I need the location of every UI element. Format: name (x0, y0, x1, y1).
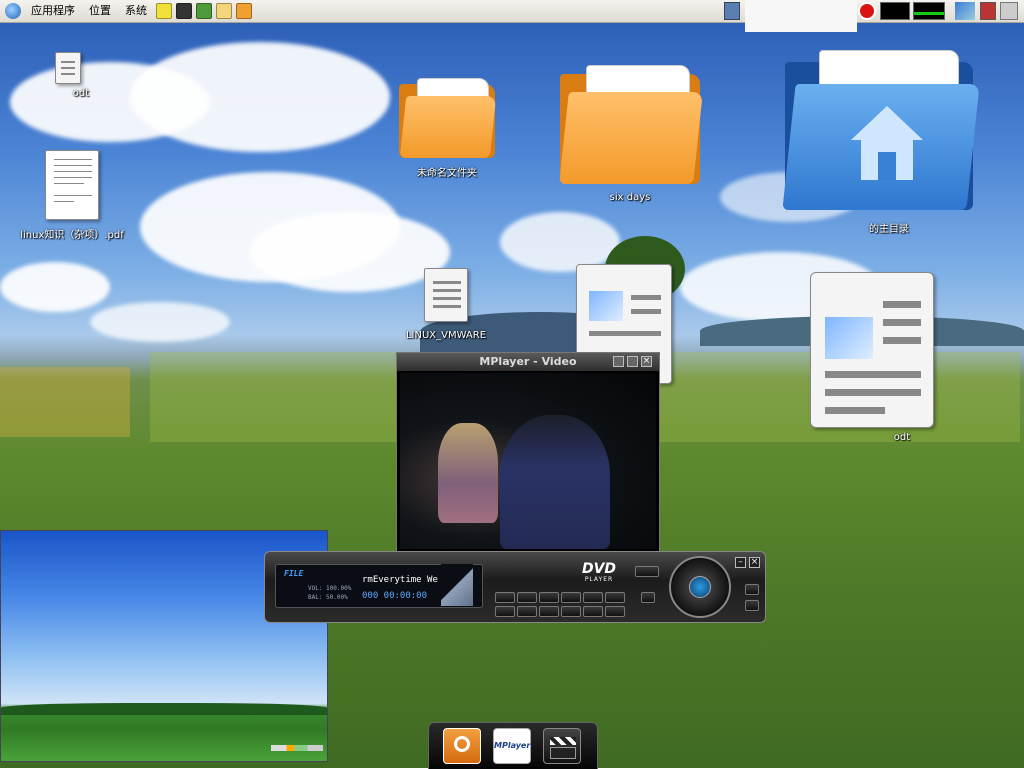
desktop-icon-untitled-folder[interactable]: 未命名文件夹 (392, 76, 502, 179)
icon-label: linux知识（杂项）.pdf (20, 230, 124, 241)
system-menu[interactable]: 系统 (118, 0, 154, 22)
document-icon (810, 272, 934, 428)
printer-icon[interactable] (1000, 2, 1018, 20)
icon-label: odt (72, 88, 90, 99)
minimize-button[interactable] (613, 356, 624, 367)
time-display: 000 00:00:00 (362, 591, 428, 601)
gnome-foot-icon[interactable] (5, 3, 21, 19)
home-folder-icon (779, 44, 980, 212)
mplayer-dock-icon[interactable]: MPlayer (493, 728, 531, 764)
document-icon (424, 268, 468, 322)
control-button-7[interactable] (561, 606, 581, 617)
control-button-4[interactable] (495, 606, 515, 617)
desktop-icon-linux-vmware[interactable]: LINUX_VMWARE (396, 268, 496, 341)
video-frame (400, 373, 656, 549)
navigation-wheel[interactable] (669, 556, 731, 618)
notes-icon[interactable] (156, 3, 172, 19)
icon-label: 的主目录 (869, 224, 909, 235)
folder-icon (397, 76, 497, 158)
editor-icon[interactable] (216, 3, 232, 19)
tray-blank-area (745, 0, 857, 32)
close-button[interactable]: × (641, 356, 652, 367)
eject-button[interactable] (641, 592, 655, 603)
preview-status-bar (271, 745, 323, 751)
icon-label: odt (893, 432, 911, 443)
desktop-icon-pdf[interactable]: linux知识（杂项）.pdf (12, 150, 132, 241)
settings-button[interactable] (605, 606, 625, 617)
icon-label: LINUX_VMWARE (405, 330, 487, 341)
settings-icon[interactable] (980, 2, 996, 20)
window-title: MPlayer - Video (479, 355, 577, 368)
memory-monitor (913, 2, 945, 20)
icon-label: 未命名文件夹 (417, 168, 477, 179)
subtitle-button[interactable] (605, 592, 625, 603)
folder-icon[interactable] (236, 3, 252, 19)
volume-readout: VOL: 100.00% (308, 585, 352, 592)
power-icon[interactable] (858, 2, 876, 20)
dvd-player-window[interactable]: FILE VOL: 100.00% BAL: 50.00% rmEverytim… (264, 551, 766, 623)
media-icon[interactable] (955, 2, 975, 20)
dvd-open-button[interactable] (745, 584, 759, 595)
dvd-close-button[interactable]: × (749, 557, 760, 568)
play-button[interactable] (689, 576, 711, 598)
menu-button[interactable] (561, 592, 581, 603)
icon-label: six days (609, 192, 651, 203)
document-icon (55, 52, 81, 84)
application-dock: MPlayer (428, 722, 598, 769)
places-menu[interactable]: 位置 (82, 0, 118, 22)
display-button[interactable] (583, 606, 603, 617)
tree-line (1, 703, 327, 715)
top-panel: 应用程序 位置 系统 (0, 0, 1024, 32)
pdf-document-icon (45, 150, 99, 220)
applications-menu[interactable]: 应用程序 (24, 0, 82, 22)
mplayer-dock-label: MPlayer (494, 741, 531, 750)
search-app-icon[interactable] (443, 728, 481, 764)
dvd-help-button[interactable] (745, 600, 759, 611)
control-button-3[interactable] (539, 592, 559, 603)
prev-chapter-button[interactable] (635, 566, 659, 577)
file-label: FILE (284, 569, 304, 578)
video-clapper-icon[interactable] (543, 728, 581, 764)
desktop-icon-six-days[interactable]: six days (552, 62, 708, 203)
folder-icon (556, 62, 704, 184)
maximize-button[interactable] (627, 356, 638, 367)
control-button-5[interactable] (517, 606, 537, 617)
books-icon[interactable] (196, 3, 212, 19)
house-icon (851, 106, 923, 140)
control-button-2[interactable] (517, 592, 537, 603)
mplayer-video-window[interactable]: MPlayer - Video × (396, 352, 660, 552)
desktop-icon-odt-small[interactable]: odt (40, 52, 96, 99)
desktop-icon-home[interactable]: 的主目录 (774, 44, 984, 235)
dvd-minimize-button[interactable]: – (735, 557, 746, 568)
control-button-1[interactable] (495, 592, 515, 603)
network-icon[interactable] (724, 2, 740, 20)
desktop-icon-odt-large[interactable]: odt (802, 272, 942, 443)
audio-button[interactable] (583, 592, 603, 603)
control-button-6[interactable] (539, 606, 559, 617)
spectrum-analyzer (441, 564, 473, 606)
terminal-icon[interactable] (176, 3, 192, 19)
dvd-logo: DVD PLAYER (581, 561, 617, 583)
cpu-monitor (880, 2, 910, 20)
balance-readout: BAL: 50.00% (308, 594, 348, 601)
